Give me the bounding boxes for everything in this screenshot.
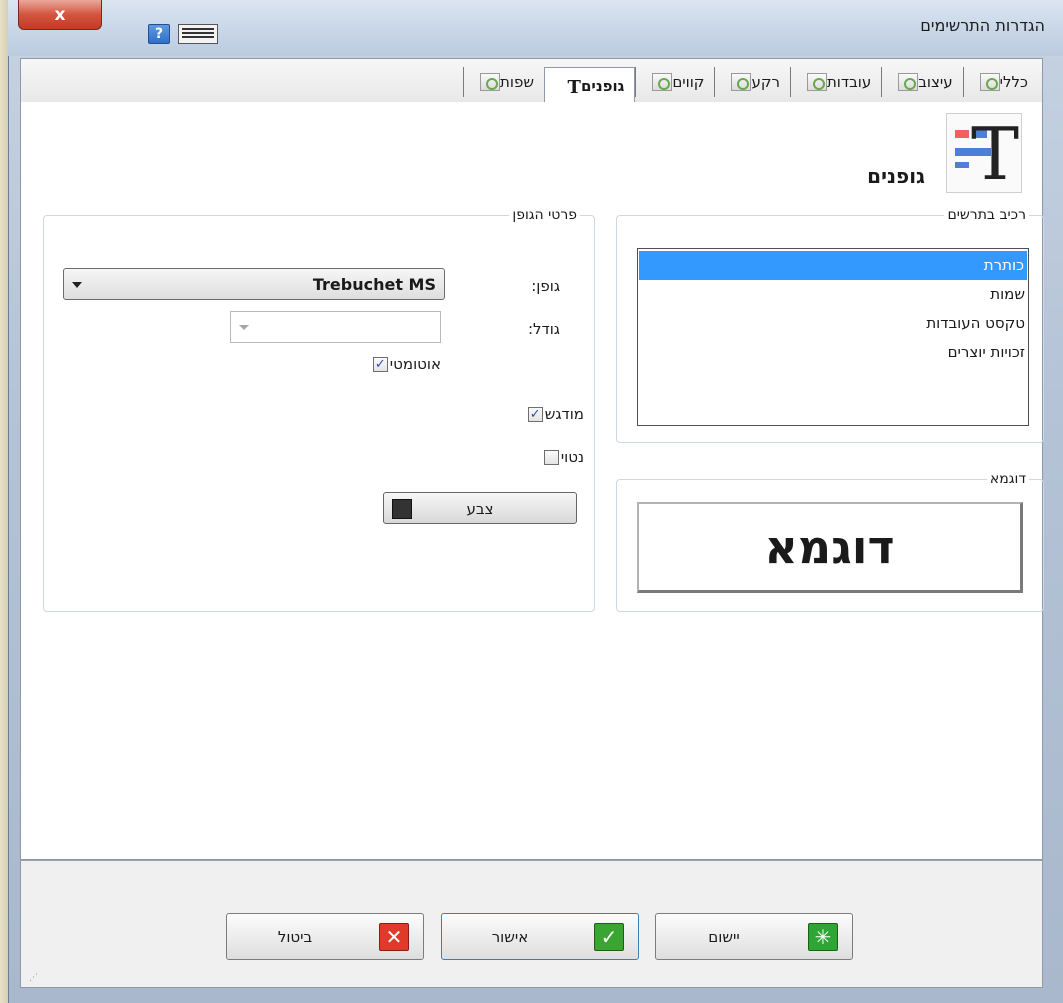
chevron-down-icon <box>239 325 249 330</box>
ok-button[interactable]: ✓ אישור <box>441 913 639 960</box>
auto-size-checkbox[interactable]: ✓ אוטומטי <box>370 355 441 373</box>
keyboard-icon[interactable] <box>178 24 218 44</box>
checkbox-checked-icon: ✓ <box>372 356 388 372</box>
resize-grip-icon[interactable]: ⋰ <box>29 973 38 983</box>
font-icon: T <box>567 76 581 98</box>
italic-checkbox[interactable]: נטוי <box>541 448 584 466</box>
design-icon <box>898 73 919 91</box>
lines-icon <box>652 73 673 91</box>
checkbox-checked-icon: ✓ <box>527 406 543 422</box>
sample-group-label: דוגמא <box>986 470 1029 488</box>
apply-button-label: יישום <box>708 928 740 946</box>
tab-list: כללי עיצוב עובדות רקע קווים T גופנים שפו… <box>463 67 1038 103</box>
window-title: הגדרות התרשימים <box>920 16 1045 35</box>
ok-button-label: אישור <box>491 928 529 946</box>
font-details-group-label: פרטי הגופן <box>509 206 580 224</box>
tab-label: עובדות <box>826 73 872 91</box>
bold-checkbox[interactable]: ✓ מודגש <box>525 405 584 423</box>
tab-label: כללי <box>999 73 1028 91</box>
component-listbox[interactable]: כותרת שמות טקסט העובדות זכויות יוצרים <box>637 248 1029 426</box>
checkbox-unchecked-icon <box>543 449 559 465</box>
tab-label: רקע <box>751 73 780 91</box>
color-button[interactable]: צבע <box>383 492 577 524</box>
chevron-down-icon <box>72 282 82 288</box>
settings-icon <box>979 73 1000 91</box>
component-group: רכיב בתרשים כותרת שמות טקסט העובדות זכוי… <box>616 206 1044 443</box>
auto-size-label: אוטומטי <box>389 355 441 373</box>
help-icon: ? <box>154 26 164 42</box>
help-button[interactable]: ? <box>148 24 170 44</box>
tab-label: קווים <box>672 73 705 91</box>
bold-label: מודגש <box>544 405 584 423</box>
close-icon: x <box>54 4 66 25</box>
cancel-button[interactable]: ✕ ביטול <box>226 913 424 960</box>
cancel-button-label: ביטול <box>277 928 313 946</box>
font-sample-preview: דוגמא <box>637 502 1023 593</box>
tab-fonts[interactable]: T גופנים <box>543 67 636 103</box>
tab-general[interactable]: כללי <box>962 67 1038 97</box>
cancel-x-icon: ✕ <box>379 923 409 951</box>
list-item[interactable]: שמות <box>638 280 1028 309</box>
tab-languages[interactable]: שפות <box>463 67 544 97</box>
dialog-button-bar: ✕ ביטול ✓ אישור ✳ יישום ⋰ <box>20 860 1043 988</box>
sample-group: דוגמא דוגמא <box>616 470 1044 612</box>
tab-content: T גופנים רכיב בתרשים כותרת שמות טקסט העו… <box>20 102 1044 860</box>
page-title: גופנים <box>867 164 925 188</box>
apply-sparkle-icon: ✳ <box>808 923 838 951</box>
component-group-label: רכיב בתרשים <box>944 206 1029 224</box>
italic-label: נטוי <box>560 448 584 466</box>
color-button-label: צבע <box>466 500 494 518</box>
check-icon: ✓ <box>594 923 624 951</box>
apply-button[interactable]: ✳ יישום <box>655 913 853 960</box>
tab-design[interactable]: עיצוב <box>881 67 962 97</box>
tab-lines[interactable]: קווים <box>635 67 714 97</box>
fonts-large-icon: T <box>946 113 1022 194</box>
facts-icon <box>806 73 827 91</box>
languages-icon <box>480 73 500 91</box>
list-item[interactable]: טקסט העובדות <box>638 309 1028 338</box>
size-dropdown[interactable] <box>230 311 441 343</box>
font-value: Trebuchet MS <box>312 275 436 294</box>
tab-facts[interactable]: עובדות <box>789 67 881 97</box>
font-label: גופן: <box>531 277 560 295</box>
tab-background[interactable]: רקע <box>714 67 790 97</box>
list-item[interactable]: זכויות יוצרים <box>638 338 1028 367</box>
background-icon <box>731 73 752 91</box>
desktop-edge <box>0 0 8 1003</box>
size-label: גודל: <box>527 320 560 338</box>
close-button[interactable]: x <box>18 0 102 30</box>
font-details-group: פרטי הגופן גופן: Trebuchet MS גודל: ✓ או… <box>43 206 595 612</box>
font-dropdown[interactable]: Trebuchet MS <box>63 268 445 300</box>
title-bar[interactable]: x ? הגדרות התרשימים <box>8 0 1063 56</box>
tab-label: גופנים <box>580 76 625 95</box>
list-item[interactable]: כותרת <box>639 251 1027 280</box>
tab-label: עיצוב <box>918 73 953 91</box>
tab-label: שפות <box>500 73 534 91</box>
tab-strip: כללי עיצוב עובדות רקע קווים T גופנים שפו… <box>20 58 1043 103</box>
